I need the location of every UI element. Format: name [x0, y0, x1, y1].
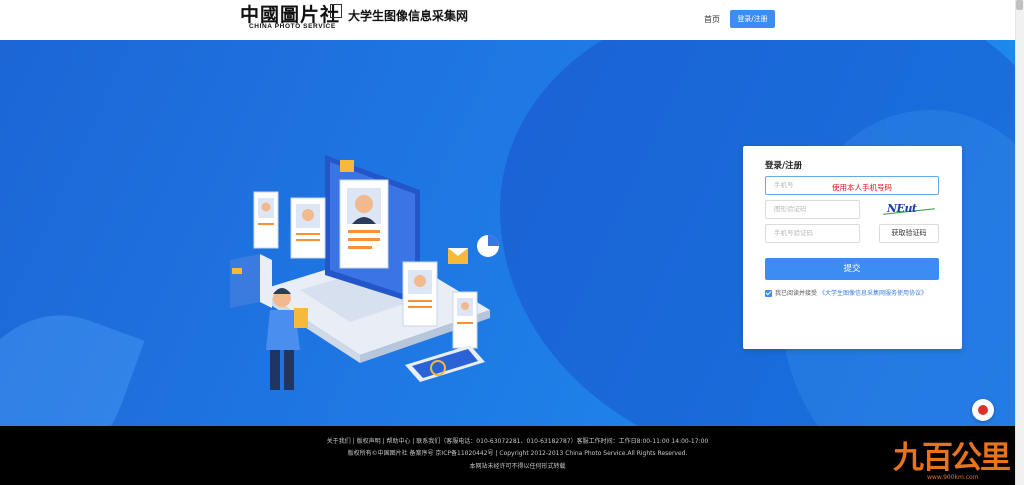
logo-seal-icon — [330, 4, 342, 18]
site-name: 大学生图像信息采集网 — [348, 9, 469, 23]
captcha-input[interactable]: 图形验证码 — [765, 200, 860, 219]
login-title: 登录/注册 — [765, 161, 803, 171]
site-header: 中國圖片社 CHINA PHOTO SERVICE 大学生图像信息采集网 首页 … — [0, 0, 1024, 40]
customer-service-icon[interactable] — [972, 399, 994, 421]
submit-button[interactable]: 提交 — [765, 258, 939, 280]
footer-notice: 本网站未经许可不得以任何形式转载 — [469, 463, 566, 470]
captcha-text: NEut — [887, 202, 917, 215]
agreement-link[interactable]: 《大学生图像信息采集网服务使用协议》 — [819, 290, 927, 297]
get-sms-code-button[interactable]: 获取验证码 — [879, 224, 939, 243]
footer-copyright: 版权所有©中国图片社 备案序号 京ICP备11020442号 | Copyrig… — [347, 450, 688, 457]
nav-home-link[interactable]: 首页 — [704, 14, 720, 25]
agreement-prefix: 我已阅读并接受 — [775, 290, 818, 297]
agreement-row: 我已阅读并接受 《大学生图像信息采集网服务使用协议》 — [765, 288, 927, 297]
watermark: 九百公里 www.900km.com — [893, 432, 1017, 482]
phone-tip: 使用本人手机号码 — [832, 183, 892, 192]
checkbox-checked-icon[interactable] — [765, 290, 772, 297]
hero-illustration — [230, 155, 499, 390]
scrollbar-thumb[interactable] — [1016, 0, 1023, 10]
login-card: 登录/注册 手机号 使用本人手机号码 图形验证码 NEut 手机号验证码 获取验… — [743, 146, 962, 349]
site-footer: 关于我们 | 版权声明 | 帮助中心 | 联系我们（客服电话：010-63072… — [0, 426, 1015, 485]
footer-links[interactable]: 关于我们 | 版权声明 | 帮助中心 | 联系我们（客服电话：010-63072… — [0, 436, 1024, 445]
logo-en-text: CHINA PHOTO SERVICE — [249, 23, 336, 30]
watermark-text: 九百公里 — [893, 440, 1011, 476]
sms-code-input[interactable]: 手机号验证码 — [765, 224, 860, 243]
page-scrollbar[interactable] — [1015, 0, 1024, 485]
hero-banner: 登录/注册 手机号 使用本人手机号码 图形验证码 NEut 手机号验证码 获取验… — [0, 40, 1015, 426]
captcha-image[interactable]: NEut — [879, 200, 939, 219]
nav-login-button[interactable]: 登录/注册 — [730, 10, 775, 28]
watermark-url: www.900km.com — [927, 474, 979, 481]
leaf-decoration — [0, 289, 145, 426]
